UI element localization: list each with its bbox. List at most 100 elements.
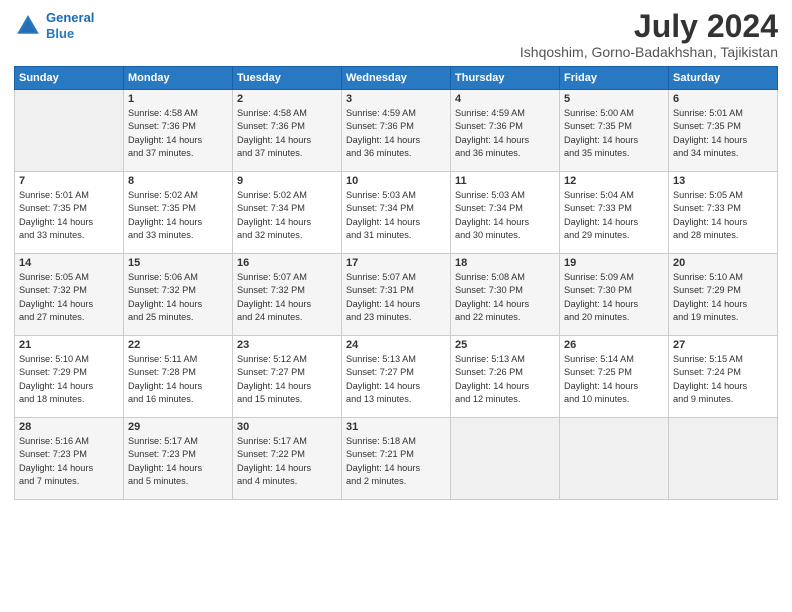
day-number: 2 xyxy=(237,93,337,105)
calendar-cell: 22Sunrise: 5:11 AM Sunset: 7:28 PM Dayli… xyxy=(124,336,233,418)
header-saturday: Saturday xyxy=(669,67,778,90)
day-number: 14 xyxy=(19,257,119,269)
calendar-cell xyxy=(15,90,124,172)
day-info: Sunrise: 5:17 AM Sunset: 7:23 PM Dayligh… xyxy=(128,435,228,488)
calendar-cell: 1Sunrise: 4:58 AM Sunset: 7:36 PM Daylig… xyxy=(124,90,233,172)
day-number: 4 xyxy=(455,93,555,105)
calendar-cell: 10 Sunrise: 5:03 AM Sunset: 7:34 PM Dayli… xyxy=(342,172,451,254)
calendar-cell: 21 Sunrise: 5:10 AM Sunset: 7:29 PM Dayli… xyxy=(15,336,124,418)
day-number: 29 xyxy=(128,421,228,433)
day-info: Sunrise: 5:13 AM Sunset: 7:26 PM Dayligh… xyxy=(455,353,555,406)
day-info: Sunrise: 5:01 AM Sunset: 7:35 PM Dayligh… xyxy=(19,189,119,242)
header-monday: Monday xyxy=(124,67,233,90)
day-number: 12 xyxy=(564,175,664,187)
calendar-cell: 23Sunrise: 5:12 AM Sunset: 7:27 PM Dayli… xyxy=(233,336,342,418)
day-number: 20 xyxy=(673,257,773,269)
calendar-cell: 15 Sunrise: 5:06 AM Sunset: 7:32 PM Dayli… xyxy=(124,254,233,336)
logo-text: General Blue xyxy=(46,10,94,41)
calendar-table: Sunday Monday Tuesday Wednesday Thursday… xyxy=(14,66,778,500)
day-number: 16 xyxy=(237,257,337,269)
day-info: Sunrise: 5:18 AM Sunset: 7:21 PM Dayligh… xyxy=(346,435,446,488)
day-number: 28 xyxy=(19,421,119,433)
calendar-row-1: 1 Sunrise: 4:58 AM Sunset: 7:36 PM Daylig… xyxy=(15,90,778,172)
day-info: Sunrise: 4:59 AM Sunset: 7:36 PM Dayligh… xyxy=(346,107,446,160)
calendar-cell: 9 Sunrise: 5:02 AM Sunset: 7:34 PM Daylig… xyxy=(233,172,342,254)
day-number: 26 xyxy=(564,339,664,351)
calendar-cell: 14 Sunrise: 5:05 AM Sunset: 7:32 PM Dayli… xyxy=(15,254,124,336)
calendar-row-2: 7 Sunrise: 5:01 AM Sunset: 7:35 PM Daylig… xyxy=(15,172,778,254)
header-row: Sunday Monday Tuesday Wednesday Thursday… xyxy=(15,67,778,90)
calendar-cell: 5Sunrise: 5:00 AM Sunset: 7:35 PM Daylig… xyxy=(560,90,669,172)
calendar-cell: 24 Sunrise: 5:13 AM Sunset: 7:27 PM Dayli… xyxy=(342,336,451,418)
day-number: 7 xyxy=(19,175,119,187)
day-info: Sunrise: 4:59 AM Sunset: 7:36 PM Dayligh… xyxy=(455,107,555,160)
day-info: Sunrise: 5:00 AM Sunset: 7:35 PM Dayligh… xyxy=(564,107,664,160)
calendar-cell: 12 Sunrise: 5:04 AM Sunset: 7:33 PM Dayli… xyxy=(560,172,669,254)
day-info: Sunrise: 5:07 AM Sunset: 7:32 PM Dayligh… xyxy=(237,271,337,324)
calendar-cell: 11Sunrise: 5:03 AM Sunset: 7:34 PM Dayli… xyxy=(451,172,560,254)
day-number: 24 xyxy=(346,339,446,351)
day-info: Sunrise: 5:02 AM Sunset: 7:34 PM Dayligh… xyxy=(237,189,337,242)
day-number: 25 xyxy=(455,339,555,351)
day-number: 10 xyxy=(346,175,446,187)
calendar-cell: 6Sunrise: 5:01 AM Sunset: 7:35 PM Daylig… xyxy=(669,90,778,172)
day-info: Sunrise: 5:16 AM Sunset: 7:23 PM Dayligh… xyxy=(19,435,119,488)
day-info: Sunrise: 5:12 AM Sunset: 7:27 PM Dayligh… xyxy=(237,353,337,406)
calendar-cell: 7 Sunrise: 5:01 AM Sunset: 7:35 PM Daylig… xyxy=(15,172,124,254)
calendar-cell: 3Sunrise: 4:59 AM Sunset: 7:36 PM Daylig… xyxy=(342,90,451,172)
day-info: Sunrise: 5:17 AM Sunset: 7:22 PM Dayligh… xyxy=(237,435,337,488)
calendar-cell xyxy=(451,418,560,500)
title-block: July 2024 Ishqoshim, Gorno-Badakhshan, T… xyxy=(520,10,778,60)
day-info: Sunrise: 5:03 AM Sunset: 7:34 PM Dayligh… xyxy=(346,189,446,242)
calendar-cell: 18 Sunrise: 5:08 AM Sunset: 7:30 PM Dayli… xyxy=(451,254,560,336)
header-wednesday: Wednesday xyxy=(342,67,451,90)
day-info: Sunrise: 5:07 AM Sunset: 7:31 PM Dayligh… xyxy=(346,271,446,324)
day-number: 1 xyxy=(128,93,228,105)
day-number: 9 xyxy=(237,175,337,187)
day-info: Sunrise: 5:05 AM Sunset: 7:33 PM Dayligh… xyxy=(673,189,773,242)
calendar-row-4: 21 Sunrise: 5:10 AM Sunset: 7:29 PM Dayli… xyxy=(15,336,778,418)
calendar-cell: 25 Sunrise: 5:13 AM Sunset: 7:26 PM Dayli… xyxy=(451,336,560,418)
day-info: Sunrise: 4:58 AM Sunset: 7:36 PM Dayligh… xyxy=(237,107,337,160)
logo: General Blue xyxy=(14,10,94,41)
day-info: Sunrise: 5:10 AM Sunset: 7:29 PM Dayligh… xyxy=(19,353,119,406)
page: General Blue July 2024 Ishqoshim, Gorno-… xyxy=(0,0,792,612)
day-info: Sunrise: 5:05 AM Sunset: 7:32 PM Dayligh… xyxy=(19,271,119,324)
day-info: Sunrise: 5:14 AM Sunset: 7:25 PM Dayligh… xyxy=(564,353,664,406)
calendar-cell: 26 Sunrise: 5:14 AM Sunset: 7:25 PM Dayli… xyxy=(560,336,669,418)
calendar-cell: 8Sunrise: 5:02 AM Sunset: 7:35 PM Daylig… xyxy=(124,172,233,254)
header-sunday: Sunday xyxy=(15,67,124,90)
calendar-cell: 19 Sunrise: 5:09 AM Sunset: 7:30 PM Dayli… xyxy=(560,254,669,336)
calendar-row-3: 14 Sunrise: 5:05 AM Sunset: 7:32 PM Dayli… xyxy=(15,254,778,336)
day-number: 21 xyxy=(19,339,119,351)
day-number: 22 xyxy=(128,339,228,351)
day-info: Sunrise: 5:06 AM Sunset: 7:32 PM Dayligh… xyxy=(128,271,228,324)
day-number: 30 xyxy=(237,421,337,433)
day-number: 27 xyxy=(673,339,773,351)
calendar-cell: 28 Sunrise: 5:16 AM Sunset: 7:23 PM Dayli… xyxy=(15,418,124,500)
location: Ishqoshim, Gorno-Badakhshan, Tajikistan xyxy=(520,44,778,60)
day-number: 18 xyxy=(455,257,555,269)
day-number: 13 xyxy=(673,175,773,187)
calendar-row-5: 28 Sunrise: 5:16 AM Sunset: 7:23 PM Dayli… xyxy=(15,418,778,500)
header: General Blue July 2024 Ishqoshim, Gorno-… xyxy=(14,10,778,60)
calendar-cell: 4 Sunrise: 4:59 AM Sunset: 7:36 PM Daylig… xyxy=(451,90,560,172)
header-friday: Friday xyxy=(560,67,669,90)
day-number: 19 xyxy=(564,257,664,269)
month-year: July 2024 xyxy=(520,10,778,42)
header-tuesday: Tuesday xyxy=(233,67,342,90)
day-info: Sunrise: 5:13 AM Sunset: 7:27 PM Dayligh… xyxy=(346,353,446,406)
logo-line2: Blue xyxy=(46,26,74,41)
calendar-cell: 30 Sunrise: 5:17 AM Sunset: 7:22 PM Dayli… xyxy=(233,418,342,500)
day-info: Sunrise: 5:15 AM Sunset: 7:24 PM Dayligh… xyxy=(673,353,773,406)
day-number: 11 xyxy=(455,175,555,187)
calendar-cell xyxy=(669,418,778,500)
day-number: 15 xyxy=(128,257,228,269)
day-info: Sunrise: 5:04 AM Sunset: 7:33 PM Dayligh… xyxy=(564,189,664,242)
calendar-cell: 13 Sunrise: 5:05 AM Sunset: 7:33 PM Dayli… xyxy=(669,172,778,254)
calendar-cell: 2 Sunrise: 4:58 AM Sunset: 7:36 PM Daylig… xyxy=(233,90,342,172)
day-info: Sunrise: 5:08 AM Sunset: 7:30 PM Dayligh… xyxy=(455,271,555,324)
day-info: Sunrise: 5:09 AM Sunset: 7:30 PM Dayligh… xyxy=(564,271,664,324)
day-info: Sunrise: 5:01 AM Sunset: 7:35 PM Dayligh… xyxy=(673,107,773,160)
day-number: 8 xyxy=(128,175,228,187)
